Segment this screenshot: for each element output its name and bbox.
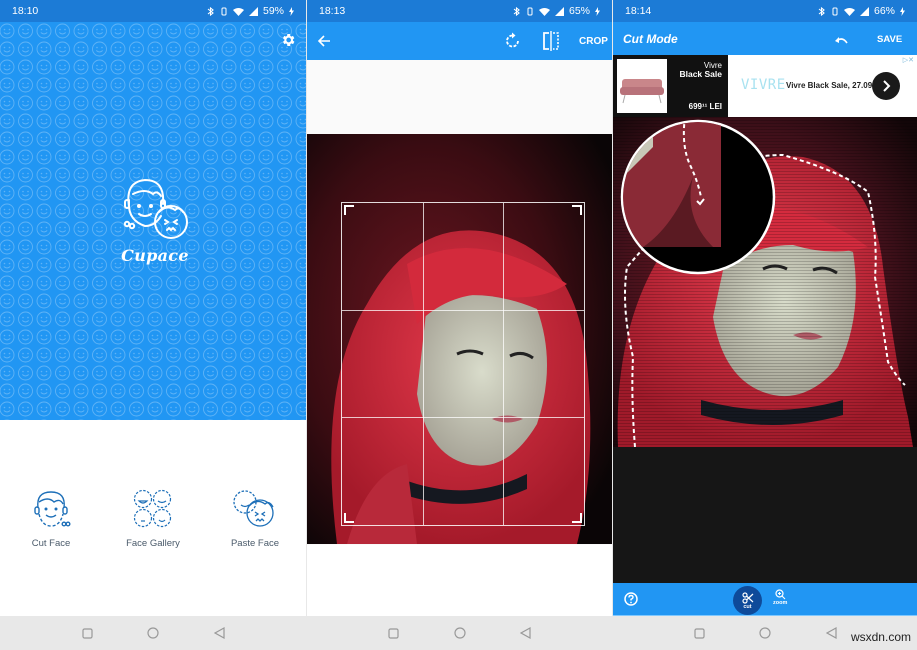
crop-handle-top-right[interactable] bbox=[572, 205, 582, 215]
cut-face-button[interactable]: Cut Face bbox=[0, 488, 102, 549]
status-time: 18:10 bbox=[12, 5, 39, 17]
cut-tool-button[interactable]: cut bbox=[733, 586, 762, 615]
chevron-right-icon bbox=[883, 80, 891, 92]
sofa-image bbox=[617, 59, 667, 113]
recents-square-icon[interactable] bbox=[387, 626, 401, 640]
home-circle-icon[interactable] bbox=[453, 626, 467, 640]
charging-icon bbox=[595, 6, 600, 16]
zoom-in-icon bbox=[775, 589, 786, 600]
status-bar: 18:14 66% bbox=[613, 0, 917, 22]
wifi-icon bbox=[843, 7, 855, 16]
zoom-tool-button[interactable]: zoom bbox=[773, 589, 787, 606]
settings-gear-icon[interactable] bbox=[280, 32, 296, 53]
rotate-icon[interactable] bbox=[505, 32, 521, 55]
cut-face-label: Cut Face bbox=[31, 538, 71, 549]
zoom-tool-label: zoom bbox=[773, 600, 788, 606]
charging-icon bbox=[900, 6, 905, 16]
paste-face-icon bbox=[233, 490, 274, 527]
paste-face-label: Paste Face bbox=[230, 538, 280, 549]
screen-title: Cut Mode bbox=[623, 32, 678, 46]
hero-banner: Cupace bbox=[0, 22, 306, 420]
undo-icon[interactable] bbox=[835, 33, 848, 51]
system-nav-bar bbox=[307, 616, 612, 650]
ad-headline: Black Sale bbox=[679, 69, 722, 79]
battery-percent: 65% bbox=[568, 5, 590, 17]
ad-text: Vivre Black Sale, 27.09 bbox=[786, 81, 873, 90]
flip-icon[interactable] bbox=[542, 31, 560, 56]
crop-screen: 18:13 65% CROP bbox=[307, 0, 612, 650]
recents-square-icon[interactable] bbox=[80, 626, 94, 640]
ad-open-button[interactable] bbox=[872, 72, 900, 100]
bluetooth-icon bbox=[207, 6, 215, 16]
home-circle-icon[interactable] bbox=[146, 626, 160, 640]
vibrate-icon bbox=[831, 7, 839, 16]
status-time: 18:14 bbox=[625, 5, 652, 17]
wifi-icon bbox=[538, 7, 550, 16]
watermark: wsxdn.com bbox=[850, 630, 911, 644]
battery-percent: 66% bbox=[873, 5, 895, 17]
cupace-logo: Cupace bbox=[113, 174, 197, 265]
crop-button[interactable]: CROP bbox=[579, 36, 608, 47]
signal-icon bbox=[248, 6, 258, 16]
crop-handle-top-left[interactable] bbox=[344, 205, 354, 215]
cut-face-icon bbox=[34, 491, 71, 527]
screenshot-collage: 18:10 59% Cupace Cut Face Face Gallery P… bbox=[0, 0, 917, 650]
ad-price: 699¹¹ LEI bbox=[688, 102, 722, 111]
grid-line bbox=[342, 310, 584, 312]
back-arrow-icon[interactable] bbox=[317, 34, 331, 53]
crop-handle-bottom-left[interactable] bbox=[344, 513, 354, 523]
home-circle-icon[interactable] bbox=[758, 626, 772, 640]
crop-handle-bottom-right[interactable] bbox=[572, 513, 582, 523]
back-triangle-icon[interactable] bbox=[212, 626, 226, 640]
help-icon[interactable] bbox=[624, 592, 638, 611]
vibrate-icon bbox=[526, 7, 534, 16]
face-gallery-icon bbox=[133, 489, 172, 528]
signal-icon bbox=[859, 6, 869, 16]
bluetooth-icon bbox=[818, 6, 826, 16]
grid-line bbox=[503, 203, 505, 525]
crop-canvas bbox=[307, 60, 612, 545]
ad-image: Vivre Black Sale 699¹¹ LEI bbox=[613, 55, 728, 117]
grid-line bbox=[342, 417, 584, 419]
save-button[interactable]: SAVE bbox=[877, 34, 902, 45]
ad-banner[interactable]: Vivre Black Sale 699¹¹ LEI VIVRE Vivre B… bbox=[613, 55, 917, 117]
home-screen: 18:10 59% Cupace Cut Face Face Gallery P… bbox=[0, 0, 306, 650]
status-bar: 18:13 65% bbox=[307, 0, 612, 22]
faces-logo-icon bbox=[123, 178, 188, 239]
bluetooth-icon bbox=[513, 6, 521, 16]
signal-icon bbox=[554, 6, 564, 16]
status-time: 18:13 bbox=[319, 5, 346, 17]
system-nav-bar bbox=[0, 616, 306, 650]
battery-percent: 59% bbox=[262, 5, 284, 17]
paste-face-button[interactable]: Paste Face bbox=[204, 488, 306, 549]
cut-mode-screen: 18:14 66% Cut Mode SAVE Vivre Black Sale… bbox=[613, 0, 917, 650]
grid-line bbox=[422, 203, 424, 525]
charging-icon bbox=[289, 6, 294, 16]
back-triangle-icon[interactable] bbox=[824, 626, 838, 640]
cut-toolbar: Cut Mode SAVE bbox=[613, 22, 917, 55]
crop-frame[interactable] bbox=[341, 202, 585, 526]
cut-canvas[interactable] bbox=[613, 117, 917, 447]
photo-preview bbox=[307, 134, 612, 544]
ad-logo: VIVRE bbox=[741, 77, 786, 93]
main-actions: Cut Face Face Gallery Paste Face bbox=[0, 488, 306, 549]
back-triangle-icon[interactable] bbox=[519, 626, 533, 640]
face-gallery-label: Face Gallery bbox=[126, 538, 180, 549]
cut-tool-label: cut bbox=[743, 603, 752, 610]
vibrate-icon bbox=[220, 7, 228, 16]
app-name: Cupace bbox=[121, 246, 189, 265]
scissors-icon bbox=[741, 591, 753, 604]
ad-close-icon[interactable]: ▷✕ bbox=[903, 56, 914, 64]
wifi-icon bbox=[232, 7, 244, 16]
cut-tools-bar: cut zoom bbox=[613, 583, 917, 617]
crop-toolbar: CROP bbox=[307, 22, 612, 60]
face-gallery-button[interactable]: Face Gallery bbox=[102, 488, 204, 549]
portrait-photo bbox=[613, 117, 917, 447]
canvas-padding bbox=[613, 447, 917, 583]
recents-square-icon[interactable] bbox=[692, 626, 706, 640]
status-bar: 18:10 59% bbox=[0, 0, 306, 22]
